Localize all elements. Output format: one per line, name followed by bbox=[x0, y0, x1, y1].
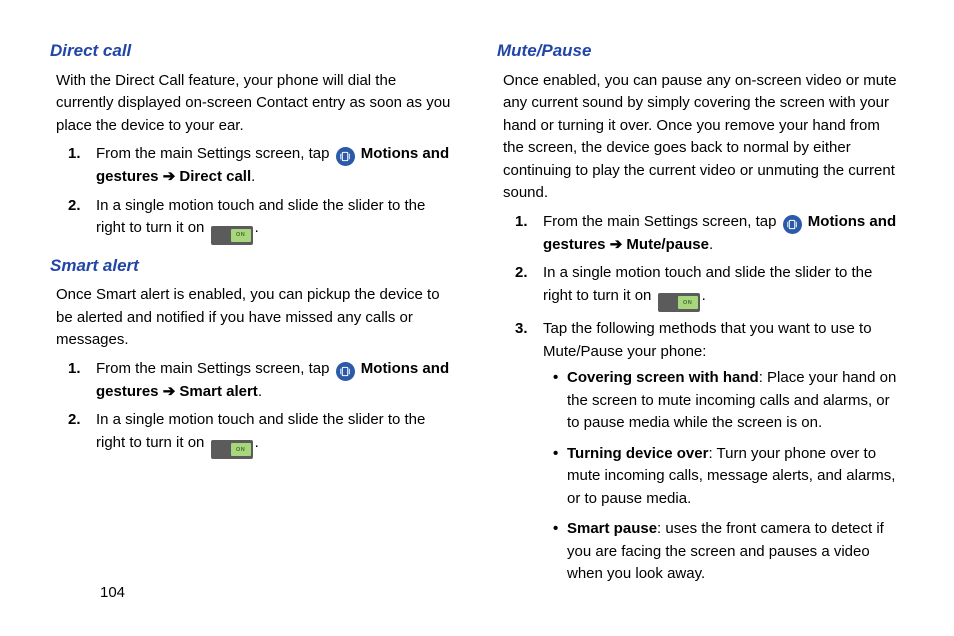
step-item: From the main Settings screen, tap Motio… bbox=[515, 211, 904, 257]
intro-mute-pause: Once enabled, you can pause any on-scree… bbox=[503, 70, 904, 205]
heading-smart-alert: Smart alert bbox=[50, 253, 457, 279]
step-item: Tap the following methods that you want … bbox=[515, 318, 904, 586]
bullet-title: Turning device over bbox=[567, 445, 708, 462]
intro-smart-alert: Once Smart alert is enabled, you can pic… bbox=[56, 284, 457, 352]
step-item: In a single motion touch and slide the s… bbox=[68, 409, 457, 459]
step-punct: . bbox=[258, 383, 262, 400]
step-text: Tap the following methods that you want … bbox=[543, 320, 872, 360]
step-item: From the main Settings screen, tap Motio… bbox=[68, 358, 457, 404]
step-text: In a single motion touch and slide the s… bbox=[543, 264, 872, 304]
list-item: Smart pause: uses the front camera to de… bbox=[553, 518, 904, 586]
steps-direct-call: From the main Settings screen, tap Motio… bbox=[68, 143, 457, 245]
step-punct: . bbox=[702, 287, 706, 304]
list-item: Turning device over: Turn your phone ove… bbox=[553, 443, 904, 511]
steps-smart-alert: From the main Settings screen, tap Motio… bbox=[68, 358, 457, 460]
toggle-label: ON bbox=[231, 443, 251, 456]
step-text: In a single motion touch and slide the s… bbox=[96, 197, 425, 237]
right-column: Mute/Pause Once enabled, you can pause a… bbox=[497, 34, 904, 594]
motions-icon bbox=[783, 215, 802, 234]
motions-icon bbox=[336, 147, 355, 166]
step-text: From the main Settings screen, tap bbox=[96, 360, 334, 377]
step-item: From the main Settings screen, tap Motio… bbox=[68, 143, 457, 189]
step-punct: . bbox=[709, 236, 713, 253]
step-punct: . bbox=[255, 434, 259, 451]
step-item: In a single motion touch and slide the s… bbox=[68, 195, 457, 245]
toggle-on-icon: ON bbox=[211, 440, 253, 459]
heading-direct-call: Direct call bbox=[50, 38, 457, 64]
motions-icon bbox=[336, 362, 355, 381]
left-column: Direct call With the Direct Call feature… bbox=[50, 34, 457, 594]
intro-direct-call: With the Direct Call feature, your phone… bbox=[56, 70, 457, 138]
toggle-on-icon: ON bbox=[658, 293, 700, 312]
step-text: In a single motion touch and slide the s… bbox=[96, 411, 425, 451]
toggle-label: ON bbox=[678, 296, 698, 309]
steps-mute-pause: From the main Settings screen, tap Motio… bbox=[515, 211, 904, 586]
heading-mute-pause: Mute/Pause bbox=[497, 38, 904, 64]
step-item: In a single motion touch and slide the s… bbox=[515, 262, 904, 312]
step-punct: . bbox=[255, 219, 259, 236]
list-item: Covering screen with hand: Place your ha… bbox=[553, 367, 904, 435]
step-punct: . bbox=[251, 168, 255, 185]
step-text: From the main Settings screen, tap bbox=[543, 213, 781, 230]
content-columns: Direct call With the Direct Call feature… bbox=[50, 34, 904, 594]
page-number: 104 bbox=[100, 582, 125, 605]
toggle-on-icon: ON bbox=[211, 226, 253, 245]
step-text: From the main Settings screen, tap bbox=[96, 145, 334, 162]
toggle-label: ON bbox=[231, 229, 251, 242]
bullet-title: Covering screen with hand bbox=[567, 369, 759, 386]
bullet-title: Smart pause bbox=[567, 520, 657, 537]
mute-methods-list: Covering screen with hand: Place your ha… bbox=[553, 367, 904, 586]
